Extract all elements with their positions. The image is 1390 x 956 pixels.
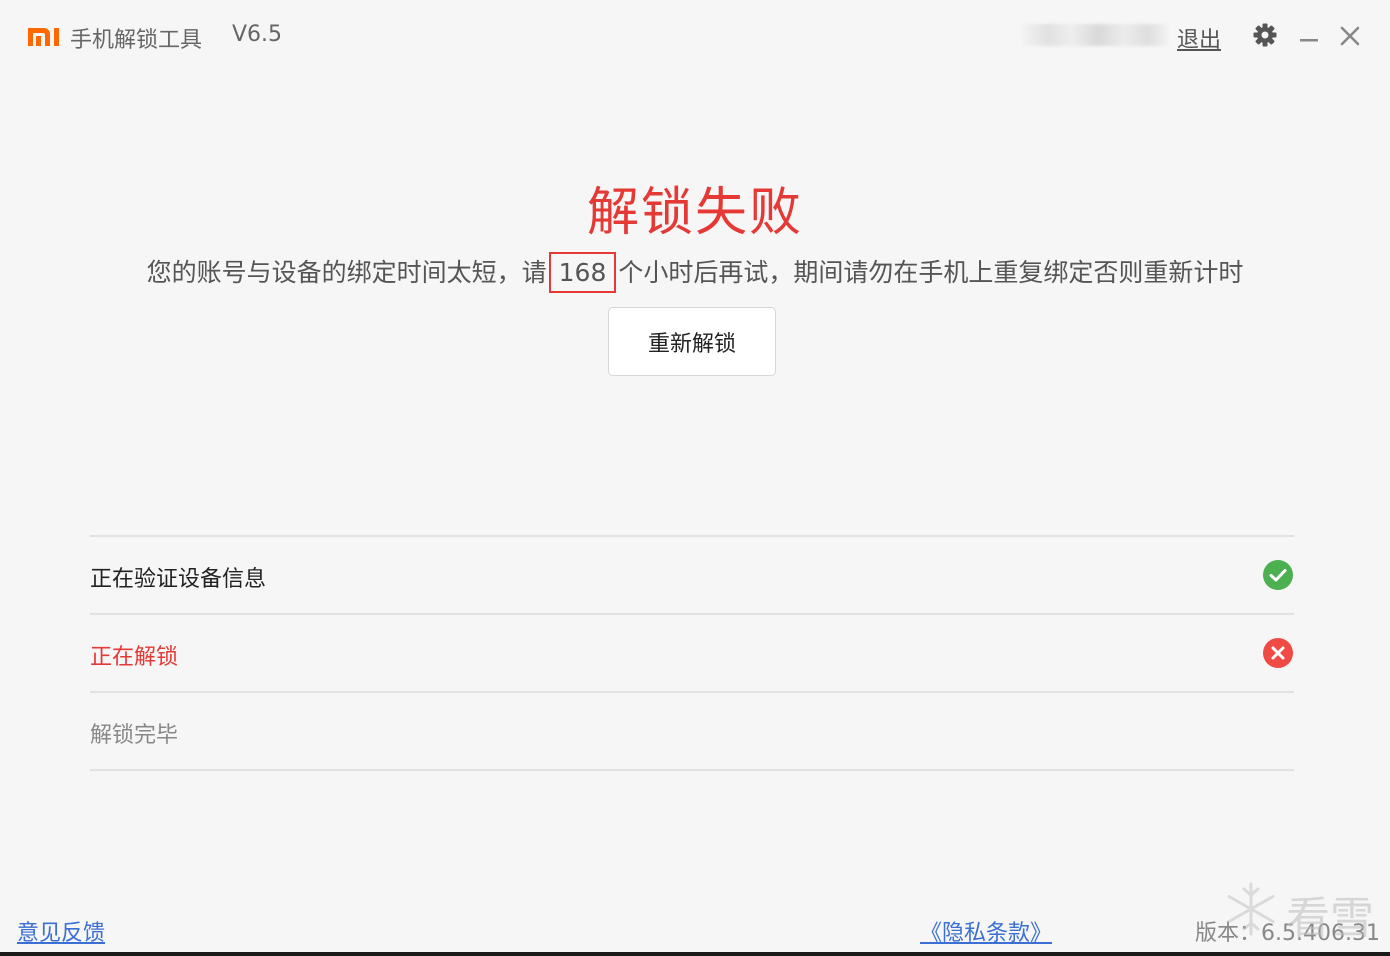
close-icon[interactable] [1338, 24, 1362, 48]
account-name-redacted [1022, 24, 1168, 46]
unlock-failed-title: 解锁失败 [586, 183, 803, 243]
title-bar: 手机解锁工具 V6.5 退出 [0, 0, 1390, 72]
retry-unlock-button[interactable]: 重新解锁 [608, 307, 776, 376]
kanxue-watermark: 看雪 [1222, 878, 1382, 944]
step-label: 解锁完毕 [90, 723, 179, 748]
wait-message-prefix: 您的账号与设备的绑定时间太短，请 [146, 258, 547, 287]
app-version-label: V6.5 [232, 22, 283, 47]
logout-link[interactable]: 退出 [1177, 22, 1221, 54]
step-label: 正在解锁 [90, 645, 179, 670]
unlock-tool-window: 手机解锁工具 V6.5 退出 解锁失败 您的账号与设备的绑定时间太短，请 168 个… [0, 0, 1390, 952]
wait-message-suffix: 个小时后再试，期间请勿在手机上重复绑定否则重新计时 [618, 258, 1244, 287]
x-circle-icon [1263, 638, 1293, 668]
privacy-terms-link[interactable]: 《隐私条款》 [920, 915, 1052, 947]
check-circle-icon [1263, 560, 1293, 590]
watermark-text: 看雪 [1286, 893, 1374, 944]
wait-hours-value: 168 [548, 252, 617, 293]
step-unlocking: 正在解锁 [90, 613, 1294, 691]
progress-steps: 正在验证设备信息 正在解锁 解锁完毕 [90, 535, 1294, 771]
snowflake-icon [1227, 882, 1275, 936]
step-verify-device: 正在验证设备信息 [90, 535, 1294, 613]
feedback-link[interactable]: 意见反馈 [17, 915, 105, 947]
step-label: 正在验证设备信息 [90, 567, 267, 592]
window-bottom-border [0, 952, 1390, 956]
app-title: 手机解锁工具 [70, 28, 203, 53]
mi-logo-icon [28, 28, 59, 46]
step-unlock-complete: 解锁完毕 [90, 691, 1294, 771]
gear-icon[interactable] [1252, 22, 1278, 48]
minimize-icon[interactable] [1297, 24, 1321, 48]
wait-message: 您的账号与设备的绑定时间太短，请 168 个小时后再试，期间请勿在手机上重复绑定否则… [0, 252, 1390, 293]
